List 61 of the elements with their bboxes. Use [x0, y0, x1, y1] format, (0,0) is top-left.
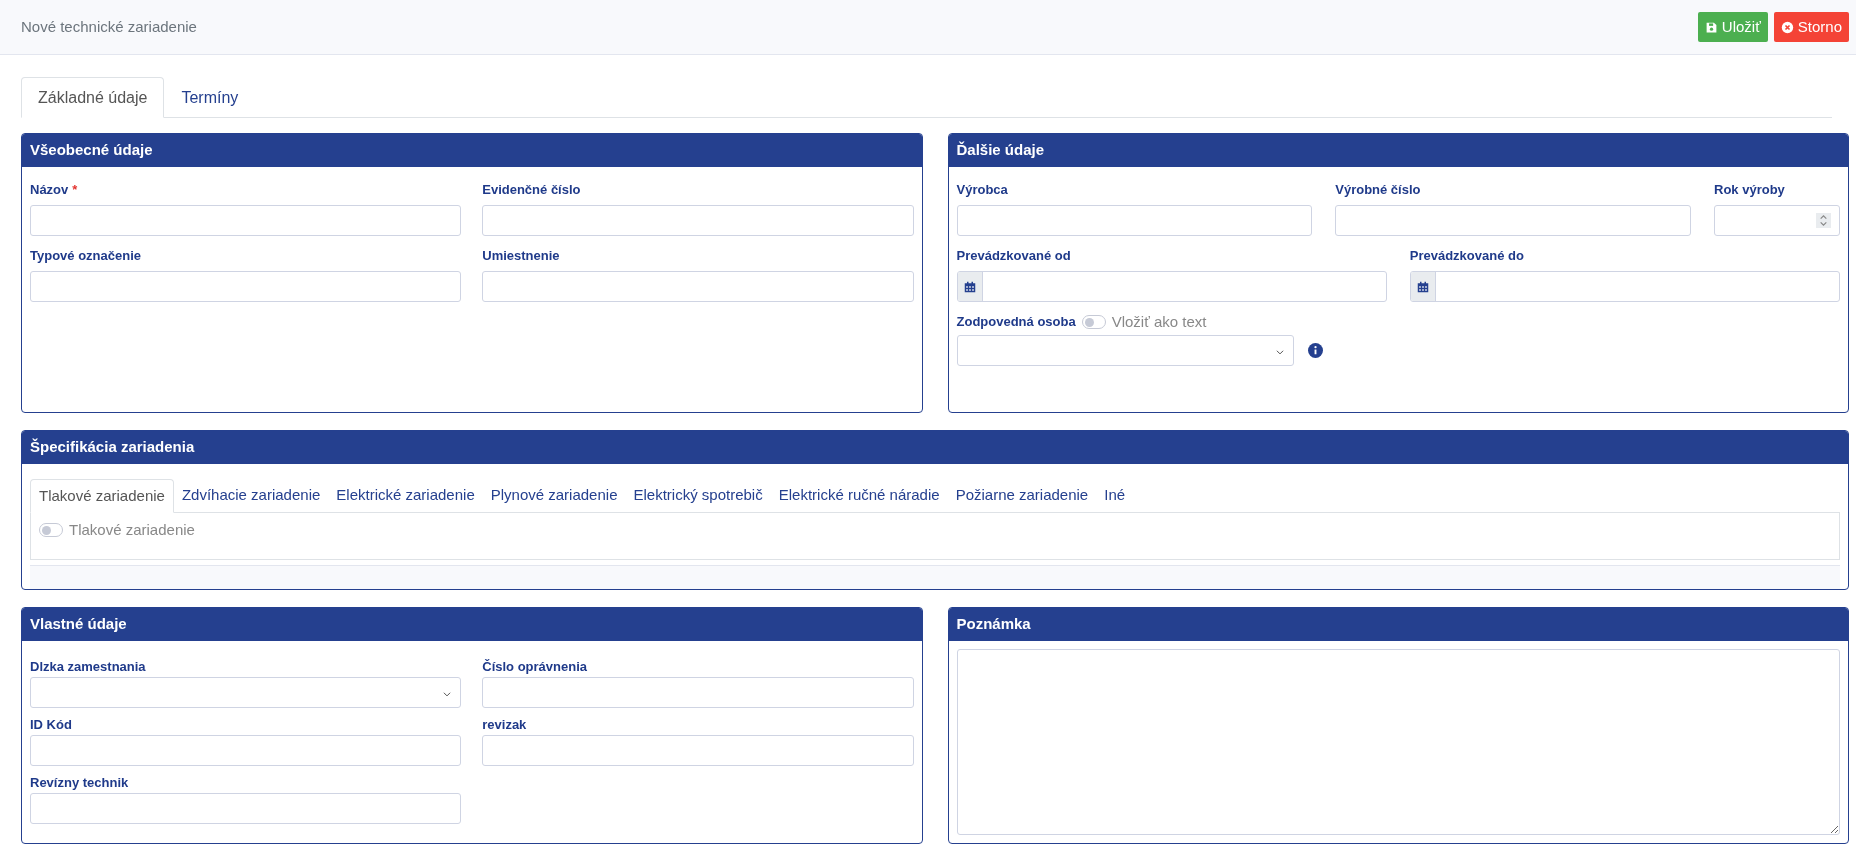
panel-title: Vlastné údaje — [22, 608, 922, 641]
note-textarea[interactable] — [956, 649, 1840, 835]
input-field[interactable] — [30, 793, 462, 824]
tab[interactable]: Elektrické zariadenie — [328, 478, 483, 512]
input-field[interactable] — [956, 205, 1313, 236]
tab[interactable]: Elektrický spotrebič — [625, 478, 771, 512]
tab[interactable]: Požiarne zariadenie — [947, 478, 1097, 512]
tab[interactable]: Základné údaje — [21, 77, 165, 118]
tab[interactable]: Plynové zariadenie — [482, 478, 626, 512]
info-icon — [1307, 343, 1323, 358]
toggle-switch[interactable] — [39, 523, 63, 538]
field-label: Dlzka zamestnania — [30, 658, 147, 676]
input-field[interactable] — [482, 271, 914, 302]
calendar-icon — [1416, 280, 1429, 293]
toggle-label: Tlakové zariadenie — [69, 520, 195, 540]
tab[interactable]: Termíny — [164, 77, 256, 118]
panel-title: Špecifikácia zariadenia — [22, 431, 1848, 464]
tab[interactable]: Tlakové zariadenie — [30, 479, 174, 513]
spinner-arrows-icon — [1816, 211, 1831, 230]
tab[interactable]: Elektrické ručné náradie — [770, 478, 948, 512]
field-label: Revízny technik — [30, 774, 130, 792]
panel-title: Všeobecné údaje — [22, 134, 922, 167]
field-label: Rok výroby — [1714, 181, 1786, 199]
field-label: Prevádzkované od — [956, 247, 1072, 265]
field-label: Výrobné číslo — [1335, 181, 1422, 199]
input-field[interactable] — [30, 205, 462, 236]
save-icon — [1704, 20, 1718, 34]
select-field[interactable] — [956, 335, 1294, 366]
input-field[interactable] — [1335, 205, 1691, 236]
field-label: Názov * — [30, 181, 79, 199]
input-field[interactable] — [482, 205, 914, 236]
input-field[interactable] — [482, 735, 914, 766]
calendar-icon — [963, 280, 976, 293]
close-circle-icon — [1780, 20, 1794, 34]
cancel-button[interactable]: Storno — [1773, 12, 1849, 42]
field-label: ID Kód — [30, 716, 73, 734]
input-field[interactable] — [482, 677, 914, 708]
required-asterisk: * — [72, 182, 78, 197]
input-field[interactable] — [30, 735, 462, 766]
page-title: Nové technické zariadenie — [21, 16, 197, 37]
field-label: Číslo oprávnenia — [482, 658, 588, 676]
date-field[interactable] — [956, 271, 1387, 302]
panel-title: Ďalšie údaje — [948, 134, 1848, 167]
field-label: Výrobca — [956, 181, 1009, 199]
tab[interactable]: Iné — [1096, 478, 1134, 512]
field-label: Evidenčné číslo — [482, 181, 582, 199]
field-label: Prevádzkované do — [1409, 247, 1525, 265]
chevron-down-icon — [1274, 347, 1285, 357]
field-label: Zodpovedná osoba — [956, 313, 1076, 332]
input-field[interactable] — [30, 271, 462, 302]
chevron-down-icon — [442, 689, 453, 699]
tab[interactable]: Zdvíhacie zariadenie — [173, 478, 329, 512]
date-field[interactable] — [1409, 271, 1840, 302]
toggle-switch[interactable] — [1081, 315, 1106, 329]
number-field[interactable] — [1714, 205, 1840, 236]
select-field[interactable] — [30, 677, 462, 708]
toggle-label: Vložiť ako text — [1111, 311, 1207, 332]
field-label: Umiestnenie — [482, 247, 561, 265]
field-label: revizak — [482, 716, 528, 734]
field-label: Typové označenie — [30, 247, 142, 265]
panel-title: Poznámka — [948, 608, 1848, 641]
